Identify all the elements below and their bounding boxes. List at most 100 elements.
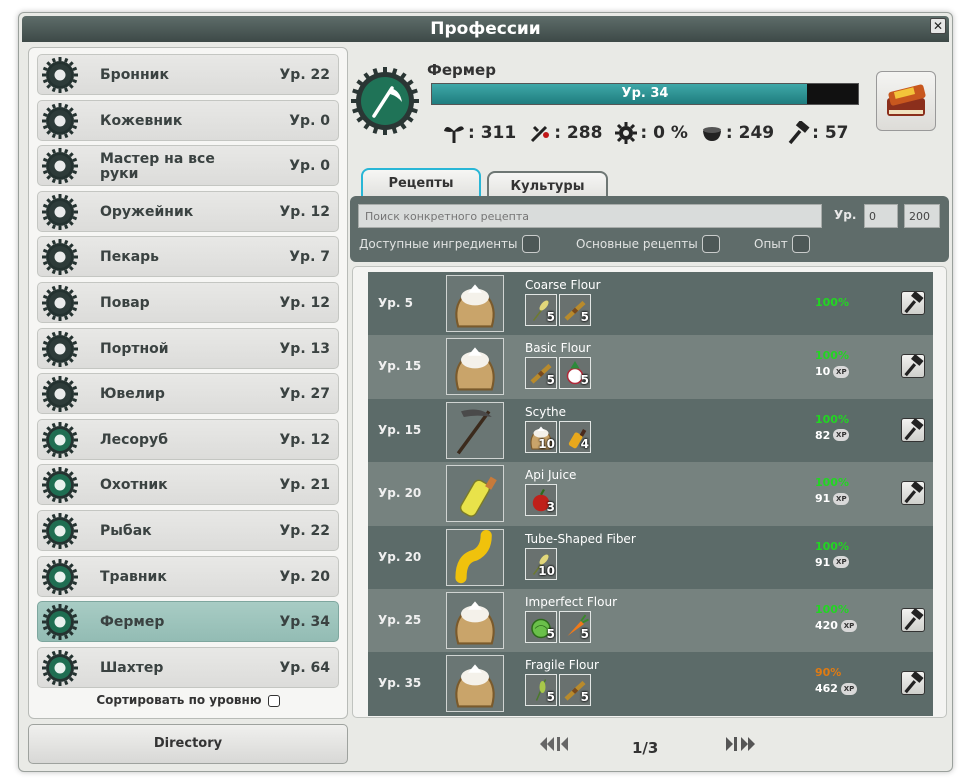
hammer-icon — [904, 671, 924, 694]
profession-item[interactable]: Кожевник Ур. 0 — [37, 99, 339, 141]
profession-item[interactable]: Бронник Ур. 22 — [37, 54, 339, 95]
ingredient-quantity: 10 — [538, 563, 555, 578]
profession-item[interactable]: Охотник Ур. 21 — [37, 464, 339, 506]
ingredient-slot[interactable]: 5 — [559, 357, 591, 390]
next-page-button[interactable] — [726, 737, 756, 755]
recipe-image[interactable] — [446, 401, 504, 459]
ingredient-slot[interactable]: 5 — [559, 611, 591, 643]
hammer-icon — [904, 354, 924, 377]
profession-item[interactable]: Портной Ур. 13 — [37, 327, 339, 369]
tab-recipes-label: Рецепты — [388, 176, 454, 191]
filter-available-ingredients[interactable]: Доступные ингредиенты — [359, 235, 540, 253]
craft-button[interactable] — [901, 290, 925, 315]
level-max-input[interactable] — [904, 204, 940, 228]
fiber-icon — [455, 529, 492, 583]
level-min-input[interactable] — [864, 204, 898, 228]
ingredient-slot[interactable]: 10 — [525, 547, 557, 580]
recipe-row[interactable]: Ур. 20 Api Juice 3 100% 91 XP — [368, 462, 933, 526]
profession-name: Рыбак — [100, 522, 152, 539]
recipe-ingredients: 10 — [525, 547, 557, 580]
filter-available-ingredients-label: Доступные ингредиенты — [359, 237, 518, 251]
recipe-image[interactable] — [446, 465, 504, 523]
flour-sack-icon — [455, 347, 495, 391]
craft-button[interactable] — [901, 354, 925, 379]
craft-button[interactable] — [901, 607, 925, 632]
profession-item[interactable]: Пекарь Ур. 7 — [37, 236, 339, 278]
recipe-row[interactable]: Ур. 25 Imperfect Flour 5 5 100% 420 XP — [368, 589, 933, 653]
recipe-name: Coarse Flour — [525, 278, 601, 292]
ingredient-slot[interactable]: 5 — [525, 611, 557, 643]
job-stat-value: : 311 — [468, 123, 517, 143]
profession-item[interactable]: Травник Ур. 20 — [37, 555, 339, 597]
recipe-pager: 1/3 — [352, 733, 947, 763]
profession-level: Ур. 12 — [279, 203, 331, 220]
profession-level: Ур. 13 — [279, 340, 331, 357]
ingredient-quantity: 5 — [546, 690, 555, 705]
recipe-image[interactable] — [446, 275, 504, 332]
ingredient-quantity: 5 — [546, 627, 555, 641]
window-titlebar[interactable]: Профессии — [22, 16, 949, 42]
recipe-ingredients: 3 — [525, 484, 557, 517]
tab-recipes[interactable]: Рецепты — [361, 168, 481, 198]
recipe-xp-value: 91 — [815, 492, 831, 506]
ingredient-slot[interactable]: 5 — [559, 294, 591, 326]
recipe-image[interactable] — [446, 338, 504, 396]
sort-by-level-checkbox[interactable] — [267, 694, 280, 707]
recipe-row[interactable]: Ур. 20 Tube-Shaped Fiber 10 100% 91 XP — [368, 525, 933, 589]
filter-available-ingredients-checkbox[interactable] — [521, 235, 540, 253]
xp-progress-bar: Ур. 34 — [431, 83, 859, 105]
job-stats: : 311: 288: 0 %: 249: 57 — [442, 118, 854, 148]
ingredient-slot[interactable]: 4 — [559, 420, 591, 453]
ingredient-slot[interactable]: 3 — [525, 484, 557, 517]
filter-experience-checkbox[interactable] — [791, 235, 810, 253]
recipe-image[interactable] — [446, 528, 504, 586]
craft-button[interactable] — [901, 417, 925, 442]
recipe-image[interactable] — [446, 592, 504, 649]
profession-item[interactable]: Ювелир Ур. 27 — [37, 373, 339, 415]
profession-item[interactable]: Повар Ур. 12 — [37, 281, 339, 323]
profession-item[interactable]: Рыбак Ур. 22 — [37, 509, 339, 551]
ingredient-quantity: 5 — [580, 373, 589, 388]
recipe-xp: 91 XP — [815, 556, 850, 569]
close-button[interactable]: ✕ — [930, 18, 946, 34]
ingredient-slot[interactable]: 10 — [525, 420, 557, 453]
recipe-xp-value: 462 — [815, 682, 838, 696]
recipe-ingredients: 55 — [525, 294, 591, 326]
ingredient-slot[interactable]: 5 — [525, 674, 557, 707]
profession-level: Ур. 12 — [279, 294, 331, 311]
profession-item[interactable]: Фермер Ур. 34 — [37, 601, 339, 643]
recipe-search-input[interactable] — [358, 204, 822, 228]
profession-level: Ур. 21 — [279, 477, 331, 494]
window-title: Профессии — [430, 19, 541, 39]
axe-icon — [42, 421, 78, 458]
filter-basic-recipes[interactable]: Основные рецепты — [576, 235, 720, 253]
recipe-row[interactable]: Ур. 35 Fragile Flour 5 5 90% 462 XP — [368, 652, 933, 716]
filter-experience-label: Опыт — [754, 237, 788, 251]
craft-button[interactable] — [901, 671, 925, 696]
craft-button[interactable] — [901, 481, 925, 506]
fishing-hook-icon — [42, 512, 78, 549]
scythe-icon — [456, 409, 492, 455]
profession-item[interactable]: Лесоруб Ур. 12 — [37, 418, 339, 460]
recipe-row[interactable]: Ур. 15 Basic Flour 5 5 100% 10 XP — [368, 335, 933, 399]
job-stat-value: : 249 — [725, 123, 775, 143]
filter-basic-recipes-checkbox[interactable] — [701, 235, 720, 253]
profession-item[interactable]: Мастер на все руки Ур. 0 — [37, 145, 339, 187]
ingredient-slot[interactable]: 5 — [559, 674, 591, 707]
recipe-level: Ур. 5 — [378, 296, 413, 310]
previous-page-icon — [540, 737, 568, 751]
recipe-image[interactable] — [446, 655, 504, 713]
ingredient-slot[interactable]: 5 — [525, 357, 557, 390]
profession-item[interactable]: Оружейник Ур. 12 — [37, 190, 339, 232]
directory-button[interactable]: Directory — [28, 724, 348, 764]
filter-experience[interactable]: Опыт — [754, 235, 810, 253]
ingredient-slot[interactable]: 5 — [525, 294, 557, 326]
recipe-row[interactable]: Ур. 15 Scythe 10 4 100% 82 XP — [368, 398, 933, 463]
success-chance: 100% — [815, 296, 849, 309]
sort-by-level-row[interactable]: Сортировать по уровню — [29, 693, 347, 707]
recipe-row[interactable]: Ур. 5 Coarse Flour 5 5 100% — [368, 272, 933, 336]
profession-item[interactable]: Шахтер Ур. 64 — [37, 646, 339, 688]
next-page-icon — [726, 737, 755, 751]
recipe-book-button[interactable] — [876, 71, 936, 131]
previous-page-button[interactable] — [540, 737, 568, 755]
